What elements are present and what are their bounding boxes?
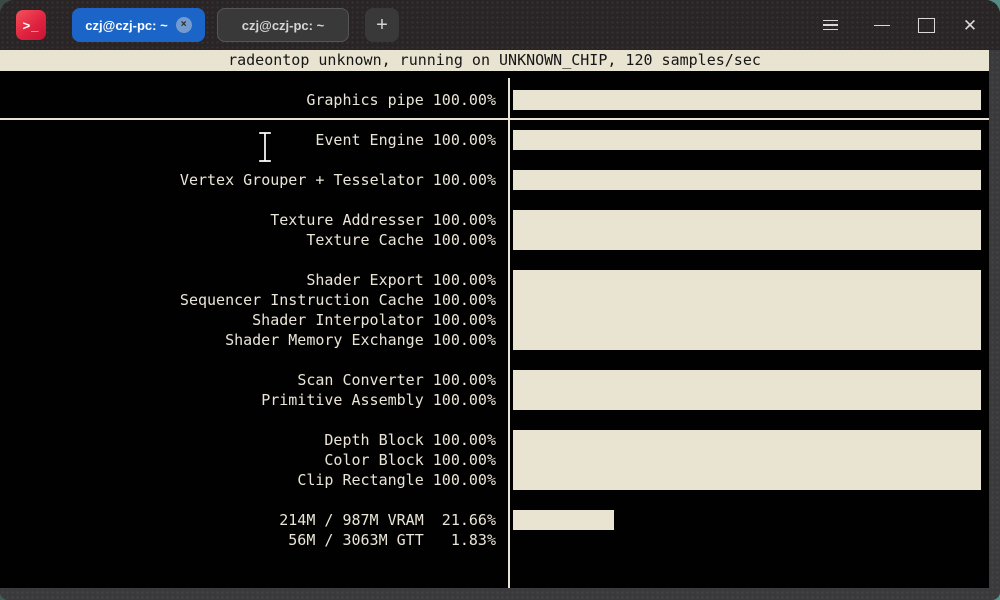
vertical-separator [508, 78, 510, 588]
metric-label: 214M / 987M VRAM 21.66% [279, 511, 496, 529]
metric-label: Shader Interpolator 100.00% [252, 311, 496, 329]
terminal-window: >_ czj@czj-pc: ~ × czj@czj-pc: ~ + ✕ rad… [0, 0, 1000, 600]
metric-label: Shader Export 100.00% [306, 271, 496, 289]
close-icon: ✕ [962, 15, 978, 35]
usage-bar [513, 370, 981, 390]
tab-active[interactable]: czj@czj-pc: ~ × [72, 8, 205, 42]
tab-close-button[interactable]: × [175, 17, 192, 33]
metric-label: Vertex Grouper + Tesselator 100.00% [179, 171, 496, 189]
metric-label: Clip Rectangle 100.00% [297, 471, 496, 489]
usage-bar [513, 270, 981, 290]
tab-label: czj@czj-pc: ~ [85, 17, 168, 33]
usage-bar [513, 430, 981, 450]
ibeam-cursor-icon [256, 130, 274, 164]
terminal-icon: >_ [22, 17, 40, 33]
usage-bar [513, 230, 981, 250]
metric-label: Graphics pipe 100.00% [306, 91, 496, 109]
metric-label: Texture Addresser 100.00% [270, 211, 496, 229]
titlebar: >_ czj@czj-pc: ~ × czj@czj-pc: ~ + ✕ [0, 0, 1000, 50]
terminal-screen[interactable]: radeontop unknown, running on UNKNOWN_CH… [0, 50, 989, 588]
maximize-icon [917, 17, 935, 33]
usage-bar [513, 290, 981, 310]
minimize-icon [874, 24, 890, 26]
close-icon: × [180, 19, 187, 30]
minimize-button[interactable] [860, 3, 904, 47]
metric-label: Texture Cache 100.00% [306, 231, 496, 249]
hamburger-icon [822, 16, 838, 33]
usage-bar [513, 310, 981, 330]
metric-label: 56M / 3063M GTT 1.83% [288, 531, 496, 549]
metric-label: Event Engine 100.00% [315, 131, 496, 149]
horizontal-separator [0, 118, 989, 120]
terminal-app-icon: >_ [16, 10, 46, 40]
plus-icon: + [376, 13, 388, 36]
usage-bar [513, 170, 981, 190]
metric-label: Depth Block 100.00% [324, 431, 496, 449]
metric-label: Scan Converter 100.00% [297, 371, 496, 389]
usage-bar [513, 390, 981, 410]
metric-label: Shader Memory Exchange 100.00% [225, 331, 496, 349]
tab-label: czj@czj-pc: ~ [241, 17, 325, 33]
tab-inactive[interactable]: czj@czj-pc: ~ [217, 8, 349, 42]
usage-bar [513, 210, 981, 230]
usage-bar [513, 330, 981, 350]
radeontop-header: radeontop unknown, running on UNKNOWN_CH… [0, 50, 989, 71]
new-tab-button[interactable]: + [365, 8, 399, 42]
metric-label: Sequencer Instruction Cache 100.00% [179, 291, 496, 309]
usage-bar [513, 90, 981, 110]
usage-bar [513, 130, 981, 150]
window-controls: ✕ [808, 3, 992, 47]
maximize-button[interactable] [904, 3, 948, 47]
metric-label: Primitive Assembly 100.00% [261, 391, 496, 409]
usage-bar [513, 470, 981, 490]
metric-label: Color Block 100.00% [324, 451, 496, 469]
usage-bar [513, 510, 614, 530]
close-button[interactable]: ✕ [948, 3, 992, 47]
usage-bar [513, 450, 981, 470]
menu-button[interactable] [808, 3, 852, 47]
